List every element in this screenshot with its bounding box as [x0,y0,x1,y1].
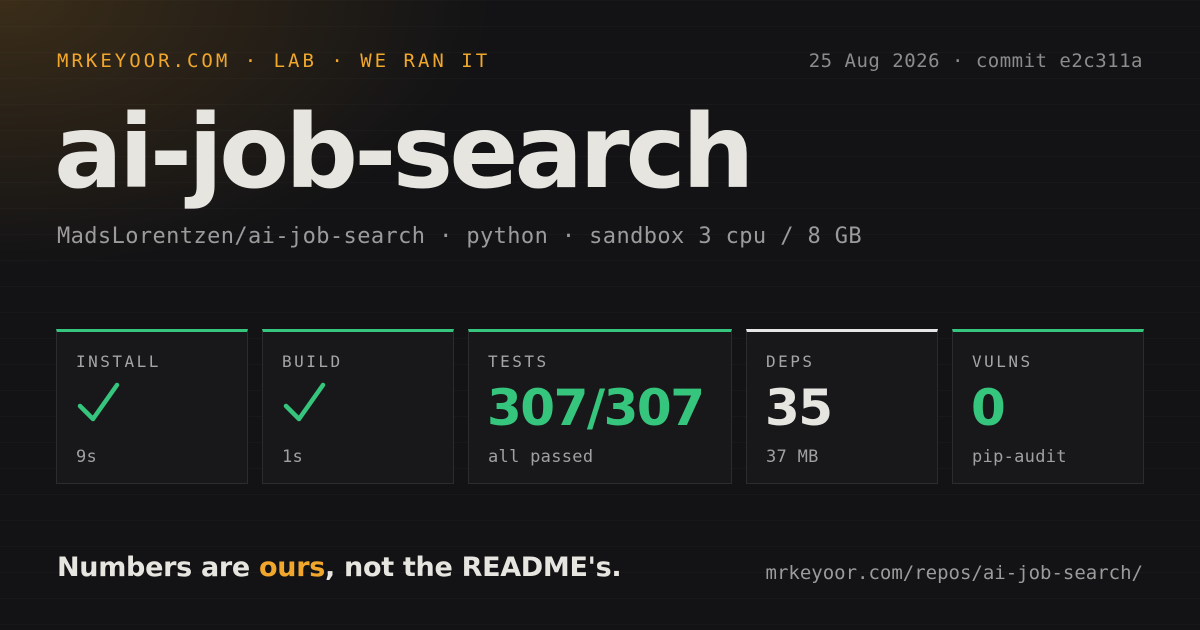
tagline-accent: ours [259,552,325,583]
stats-cards: INSTALL 9s BUILD 1s TESTS 307/307 all pa… [56,329,1144,484]
card-sub: 9s [76,447,98,467]
card-sub: pip-audit [972,447,1067,467]
card-sub: 37 MB [766,447,819,467]
card-label: DEPS [766,352,815,371]
card-tests: TESTS 307/307 all passed [468,329,732,484]
card-sub: 1s [282,447,304,467]
card-label: VULNS [972,352,1033,371]
card-value: 35 [765,379,833,437]
card-value: 307/307 [487,379,705,437]
card-deps: DEPS 35 37 MB [746,329,938,484]
brand-label: MRKEYOOR.COM · LAB · WE RAN IT [57,50,491,72]
repo-url-link[interactable]: mrkeyoor.com/repos/ai-job-search/ [766,562,1144,584]
repo-subtitle: MadsLorentzen/ai-job-search · python · s… [57,224,863,249]
date-commit-meta: 25 Aug 2026 · commit e2c311a [808,50,1143,72]
card-label: BUILD [282,352,343,371]
footer-tagline: Numbers are ours, not the README's. [57,552,622,583]
tagline-text-post: , not the README's. [325,552,622,583]
card-build: BUILD 1s [262,329,454,484]
check-icon [283,382,326,422]
page-title: ai-job-search [54,93,755,212]
header-bar: MRKEYOOR.COM · LAB · WE RAN IT 25 Aug 20… [57,48,1143,74]
card-install: INSTALL 9s [56,329,248,484]
card-label: INSTALL [76,352,161,371]
card-sub: all passed [488,447,594,467]
card-value: 0 [971,379,1006,437]
tagline-text-pre: Numbers are [57,552,260,583]
card-vulns: VULNS 0 pip-audit [952,329,1144,484]
card-label: TESTS [488,352,549,371]
check-icon [77,382,120,422]
